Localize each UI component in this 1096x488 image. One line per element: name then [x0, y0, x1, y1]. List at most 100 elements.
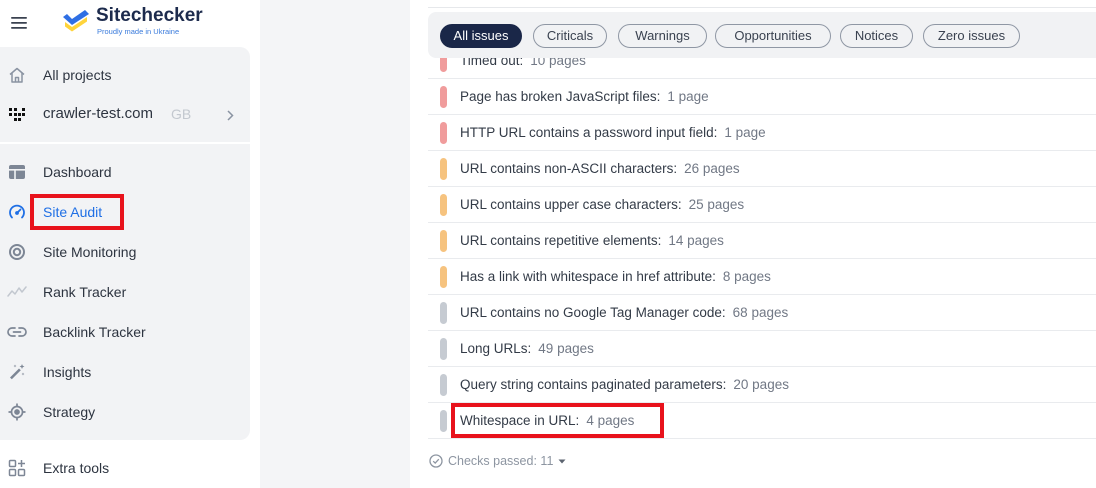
nav-backlink-tracker[interactable]: Backlink Tracker: [0, 312, 250, 352]
gauge-icon: [7, 202, 27, 222]
issue-count: 1 page: [724, 125, 766, 140]
issue-text: Long URLs: 49 pages: [460, 331, 594, 366]
issue-count: 8 pages: [722, 269, 771, 284]
nav-site-monitoring[interactable]: Site Monitoring: [0, 232, 250, 272]
crosshair-icon: [7, 402, 27, 422]
brand-tagline: Proudly made in Ukraine: [97, 27, 180, 36]
severity-indicator: [440, 338, 447, 360]
issue-count: 20 pages: [733, 377, 789, 392]
tab-opportunities[interactable]: Opportunities: [715, 24, 831, 48]
severity-indicator: [440, 194, 447, 216]
severity-indicator: [440, 266, 447, 288]
severity-indicator: [440, 122, 447, 144]
issue-name: URL contains no Google Tag Manager code:: [460, 305, 726, 320]
issue-row[interactable]: URL contains upper case characters: 25 pa…: [428, 187, 1096, 223]
issue-text: URL contains upper case characters: 25 pa…: [460, 187, 744, 222]
nav-label: Backlink Tracker: [43, 324, 146, 340]
nav-label: Extra tools: [43, 460, 110, 476]
nav-label: Rank Tracker: [43, 284, 127, 300]
severity-indicator: [440, 374, 447, 396]
chart-line-icon: [7, 282, 27, 302]
issue-row[interactable]: URL contains no Google Tag Manager code:…: [428, 295, 1096, 331]
project-selector[interactable]: crawler-test.com GB: [0, 94, 250, 134]
issue-count: 26 pages: [684, 161, 740, 176]
tab-warnings[interactable]: Warnings: [618, 24, 707, 48]
issue-row[interactable]: Long URLs: 49 pages: [428, 331, 1096, 367]
apps-add-icon: [7, 458, 27, 478]
nav-site-audit[interactable]: Site Audit: [0, 192, 250, 232]
tab-criticals[interactable]: Criticals: [533, 24, 607, 48]
favicon-icon: [7, 104, 27, 124]
issue-text: Whitespace in URL: 4 pages: [460, 403, 634, 438]
issue-name: HTTP URL contains a password input field…: [460, 125, 718, 140]
nav-all-projects[interactable]: All projects: [0, 55, 250, 95]
issue-name: URL contains repetitive elements:: [460, 233, 662, 248]
issue-text: Query string contains paginated paramete…: [460, 367, 789, 402]
checks-passed-label: Checks passed:: [448, 454, 537, 468]
check-circle-icon: [429, 454, 443, 468]
nav-label: All projects: [43, 67, 112, 83]
chevron-right-icon[interactable]: [227, 108, 234, 121]
issue-count: 1 page: [667, 89, 709, 104]
issue-count: 25 pages: [688, 197, 745, 212]
magic-wand-icon: [7, 362, 27, 382]
issue-row[interactable]: Whitespace in URL: 4 pages: [428, 403, 1096, 439]
section-divider: [428, 7, 1096, 8]
home-icon: [7, 65, 27, 85]
nav-label: Insights: [43, 364, 92, 380]
tab-zero-issues[interactable]: Zero issues: [923, 24, 1020, 48]
issue-row[interactable]: HTTP URL contains a password input field…: [428, 115, 1096, 151]
sitechecker-logo-icon[interactable]: [62, 9, 90, 32]
issue-text: URL contains no Google Tag Manager code:…: [460, 295, 788, 330]
issue-name: Query string contains paginated paramete…: [460, 377, 727, 392]
link-icon: [7, 322, 27, 342]
issue-text: URL contains repetitive elements: 14 page…: [460, 223, 724, 258]
issue-text: Page has broken JavaScript files: 1 page: [460, 79, 709, 114]
issue-text: URL contains non-ASCII characters: 26 pag…: [460, 151, 740, 186]
issue-count: 68 pages: [732, 305, 789, 320]
project-domain: crawler-test.com: [43, 105, 154, 122]
issue-count: 49 pages: [538, 341, 594, 356]
issue-row[interactable]: Query string contains paginated paramete…: [428, 367, 1096, 403]
issue-row[interactable]: Page has broken JavaScript files: 1 page: [428, 79, 1096, 115]
nav-label: Site Monitoring: [43, 244, 137, 260]
checks-passed-toggle[interactable]: Checks passed: 11: [429, 453, 566, 469]
dashboard-icon: [7, 162, 27, 182]
hamburger-menu-icon[interactable]: [11, 16, 27, 29]
issue-text: Has a link with whitespace in href attri…: [460, 259, 771, 294]
checks-passed-count: 11: [540, 454, 554, 468]
issue-name: Has a link with whitespace in href attri…: [460, 269, 716, 284]
project-country: GB: [171, 106, 192, 122]
caret-down-icon: [558, 459, 566, 464]
nav-label: Strategy: [43, 404, 96, 420]
brand-name[interactable]: Sitechecker: [96, 5, 203, 27]
tab-notices[interactable]: Notices: [840, 24, 913, 48]
tab-all-issues[interactable]: All issues: [440, 24, 522, 48]
issue-name: Long URLs:: [460, 341, 532, 356]
nav-dashboard[interactable]: Dashboard: [0, 152, 250, 192]
severity-indicator: [440, 158, 447, 180]
issue-count: 14 pages: [668, 233, 724, 248]
nav-label: Dashboard: [43, 164, 112, 180]
nav-strategy[interactable]: Strategy: [0, 392, 250, 432]
nav-label: Site Audit: [43, 204, 103, 220]
issue-row[interactable]: Has a link with whitespace in href attri…: [428, 259, 1096, 295]
issue-count: 4 pages: [586, 413, 635, 428]
nav-rank-tracker[interactable]: Rank Tracker: [0, 272, 250, 312]
sidebar-divider: [0, 142, 250, 144]
severity-indicator: [440, 410, 447, 432]
severity-indicator: [440, 230, 447, 252]
issue-filter-tabs: All issues Criticals Warnings Opportunit…: [428, 12, 1096, 58]
severity-indicator: [440, 86, 447, 108]
issue-name: URL contains non-ASCII characters:: [460, 161, 678, 176]
issue-name: Page has broken JavaScript files:: [460, 89, 661, 104]
issue-text: HTTP URL contains a password input field…: [460, 115, 766, 150]
nav-insights[interactable]: Insights: [0, 352, 250, 392]
issue-name: URL contains upper case characters:: [460, 197, 682, 212]
nav-extra-tools[interactable]: Extra tools: [0, 448, 250, 488]
sidebar: Sitechecker Proudly made in Ukraine All …: [0, 0, 260, 488]
severity-indicator: [440, 302, 447, 324]
target-icon: [7, 242, 27, 262]
issue-row[interactable]: URL contains non-ASCII characters: 26 pag…: [428, 151, 1096, 187]
issue-row[interactable]: URL contains repetitive elements: 14 page…: [428, 223, 1096, 259]
